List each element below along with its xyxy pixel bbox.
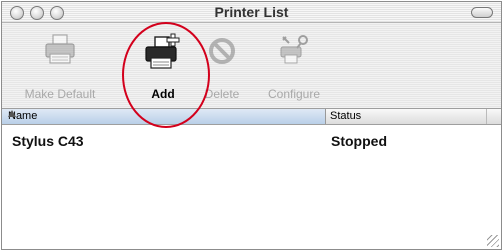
configure-label: Configure xyxy=(267,87,321,101)
printer-icon xyxy=(43,33,77,72)
toolbar-toggle-button[interactable] xyxy=(471,7,493,18)
delete-label: Delete xyxy=(204,87,240,101)
column-header-status[interactable]: Status xyxy=(326,109,487,124)
sort-ascending-icon xyxy=(8,110,16,117)
toolbar: Make Default Add Delete Configure xyxy=(2,23,501,109)
column-header-name[interactable]: Name xyxy=(2,109,326,124)
printer-table: Stylus C43 Stopped xyxy=(2,125,501,249)
delete-button[interactable]: Delete xyxy=(197,29,247,105)
title-bar[interactable]: Printer List xyxy=(2,2,501,23)
printer-list-window: Printer List Make Default Add Delete Con… xyxy=(1,1,502,250)
table-header: Name Status xyxy=(2,109,501,125)
resize-grip[interactable] xyxy=(487,235,499,247)
column-status-label: Status xyxy=(330,110,362,122)
printer-name-cell: Stylus C43 xyxy=(12,133,84,149)
window-title: Printer List xyxy=(214,4,289,20)
tools-icon xyxy=(275,33,313,72)
no-sign-icon xyxy=(205,33,239,72)
make-default-button[interactable]: Make Default xyxy=(6,29,114,105)
add-label: Add xyxy=(151,87,175,101)
printer-add-icon xyxy=(143,33,183,76)
printer-status-cell: Stopped xyxy=(331,133,387,149)
configure-button[interactable]: Configure xyxy=(254,29,334,105)
table-row[interactable]: Stylus C43 Stopped xyxy=(2,133,501,151)
add-printer-button[interactable]: Add xyxy=(133,29,193,105)
make-default-label: Make Default xyxy=(24,87,96,101)
